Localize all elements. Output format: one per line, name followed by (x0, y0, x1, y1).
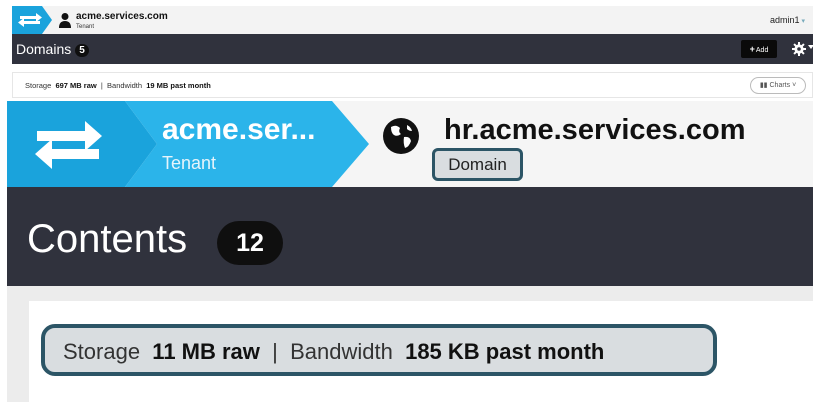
separator: | (272, 339, 278, 364)
globe-icon (383, 118, 419, 154)
separator: | (100, 81, 103, 90)
plus-icon: + (749, 44, 755, 54)
domains-count-badge: 5 (75, 44, 89, 57)
contents-title: Contents (27, 217, 188, 261)
bandwidth-label: Bandwidth (107, 81, 143, 90)
bandwidth-value: 185 KB past month (405, 339, 605, 364)
add-button[interactable]: +Add (741, 40, 777, 58)
charts-button[interactable]: ▮▮ Charts ˅ (750, 77, 806, 94)
bar-chart-icon: ▮▮ (759, 82, 768, 89)
storage-value: 11 MB raw (152, 339, 260, 364)
domains-title-text: Domains (16, 41, 72, 57)
logo-arrows-icon[interactable] (12, 6, 52, 34)
contents-count-badge: 12 (217, 221, 283, 265)
storage-highlight-text: Storage 11 MB raw | Bandwidth 185 KB pas… (63, 339, 604, 365)
storage-label: Storage (25, 81, 52, 90)
tenant-label: Tenant (76, 24, 95, 30)
user-name: admin1 (769, 15, 800, 25)
tenant-name[interactable]: acme.services.com (76, 11, 168, 22)
bandwidth-label: Bandwidth (290, 339, 393, 364)
top-bar: acme.services.com Tenant admin1 ▾ (12, 6, 813, 34)
add-button-label: Add (755, 47, 769, 54)
zoom-header: acme.ser... Tenant hr.acme.services.com … (7, 101, 813, 187)
domain-badge: Domain (432, 148, 523, 181)
storage-highlight: Storage 11 MB raw | Bandwidth 185 KB pas… (41, 324, 717, 376)
storage-summary-bar: Storage 697 MB raw | Bandwidth 19 MB pas… (12, 72, 813, 98)
gear-icon[interactable] (791, 41, 807, 57)
bandwidth-value: 19 MB past month (146, 81, 211, 90)
user-icon (59, 13, 71, 28)
contents-header: Contents 12 (7, 187, 813, 286)
zoom-tenant-label: Tenant (162, 153, 217, 173)
screenshot: acme.services.com Tenant admin1 ▾ Domains… (0, 0, 813, 402)
chevron-down-icon: ▾ (801, 18, 805, 25)
zoomed-callout: acme.ser... Tenant hr.acme.services.com … (7, 101, 813, 402)
zoom-tenant-name: acme.ser... (162, 113, 316, 146)
charts-label: Charts (769, 82, 791, 89)
domains-bar: Domains 5 +Add (12, 34, 813, 64)
storage-summary-text: Storage 697 MB raw | Bandwidth 19 MB pas… (25, 81, 211, 90)
logo-arrows-icon (35, 121, 102, 169)
user-menu[interactable]: admin1 ▾ (770, 15, 805, 25)
domains-title: Domains 5 (16, 41, 89, 57)
domain-name: hr.acme.services.com (444, 114, 746, 146)
storage-value: 697 MB raw (55, 81, 97, 90)
chevron-down-icon: ˅ (792, 82, 797, 89)
storage-label: Storage (63, 339, 141, 364)
gear-chevron-down-icon[interactable] (808, 45, 813, 49)
